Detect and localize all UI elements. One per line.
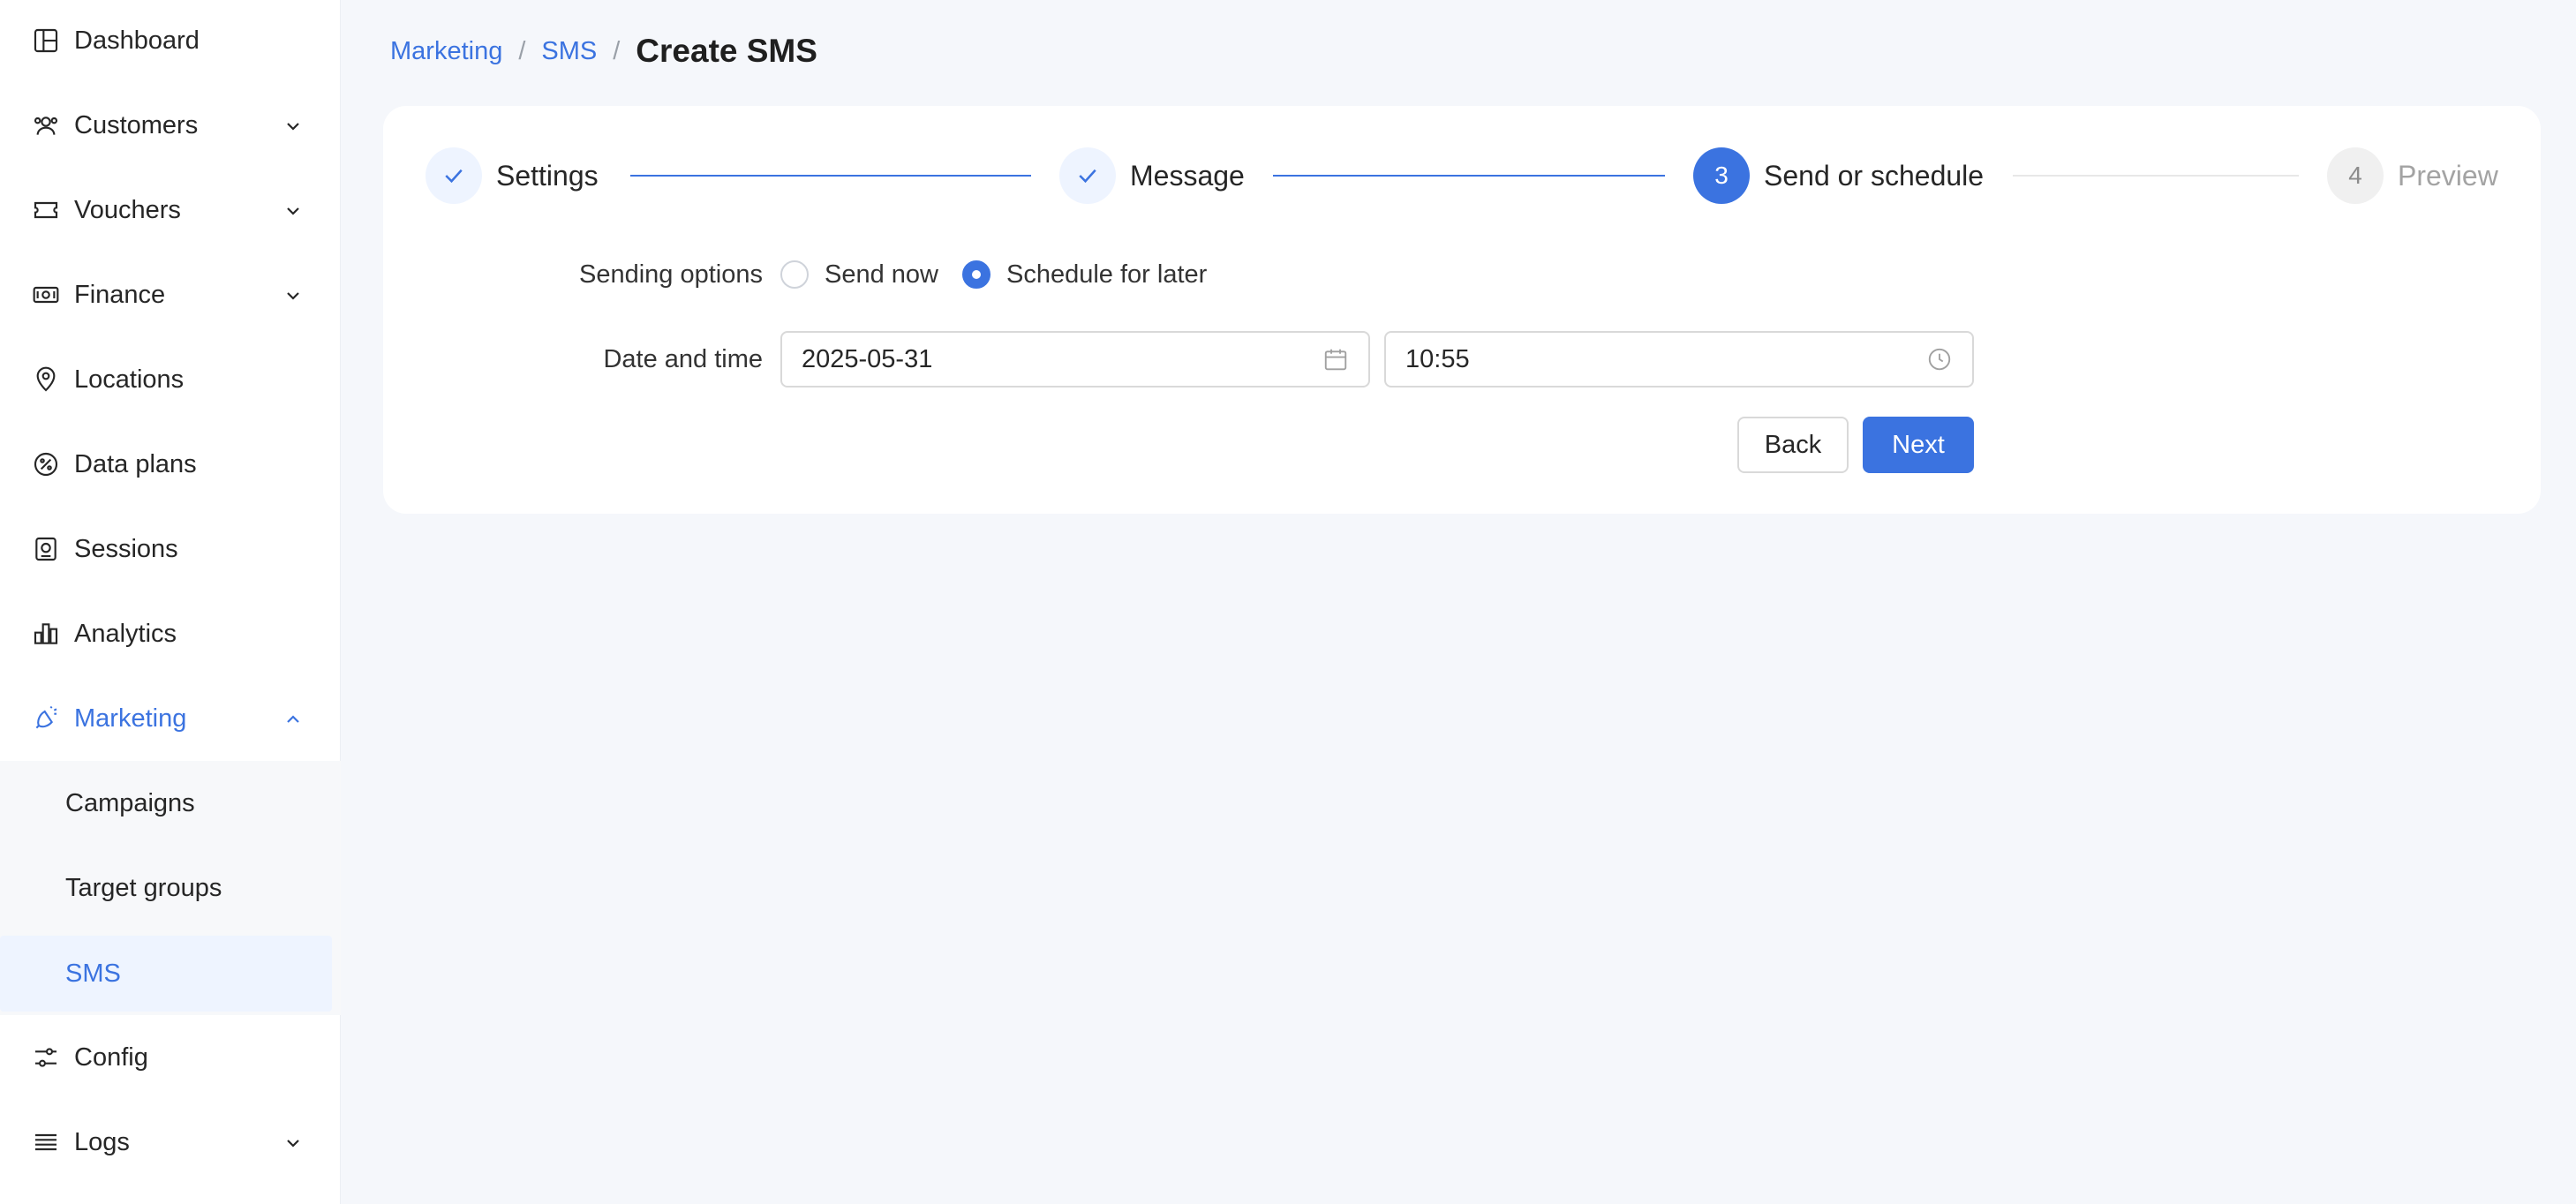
radio-send-now[interactable]: Send now (780, 253, 938, 296)
sidebar-item-config[interactable]: Config (0, 1019, 341, 1096)
location-pin-icon (32, 365, 60, 394)
step-1-label: Settings (496, 159, 599, 192)
chevron-up-icon (282, 708, 304, 729)
data-plans-icon (32, 450, 60, 478)
step-4-number: 4 (2327, 147, 2384, 204)
time-value: 10:55 (1405, 344, 1470, 373)
date-picker-input[interactable]: 2025-05-31 (780, 331, 1370, 388)
step-2-check-icon (1059, 147, 1116, 204)
radio-send-now-label: Send now (825, 260, 938, 289)
chevron-down-icon (282, 284, 304, 305)
app-root: Dashboard Customers Vouchers Finance Loc… (0, 0, 2576, 1204)
breadcrumb-link-sms[interactable]: SMS (541, 37, 597, 66)
sidebar-item-label: Marketing (74, 704, 187, 733)
step-4-label: Preview (2398, 159, 2498, 192)
sidebar-item-dashboard[interactable]: Dashboard (0, 2, 341, 79)
radio-schedule-for-later[interactable]: Schedule for later (962, 253, 1207, 296)
time-picker-input[interactable]: 10:55 (1384, 331, 1974, 388)
page-title: Create SMS (636, 33, 817, 69)
sidebar-item-label: Analytics (74, 619, 177, 648)
sidebar-subitem-target-groups[interactable]: Target groups (0, 850, 341, 926)
breadcrumb-link-marketing[interactable]: Marketing (390, 37, 502, 66)
calendar-icon (1322, 346, 1349, 372)
sidebar-item-locations[interactable]: Locations (0, 341, 341, 418)
clock-icon (1926, 346, 1953, 372)
step-2-label: Message (1130, 159, 1245, 192)
sidebar-item-data-plans[interactable]: Data plans (0, 425, 341, 503)
sidebar-item-label: Finance (74, 280, 166, 309)
chevron-down-icon (282, 1132, 304, 1153)
create-sms-card: Settings Message 3 Send or schedule 4 Pr… (383, 106, 2541, 514)
step-connector (2013, 175, 2299, 177)
analytics-icon (32, 620, 60, 648)
sidebar-item-label: Data plans (74, 449, 197, 478)
sidebar-item-label: Vouchers (74, 195, 181, 224)
sidebar-item-marketing[interactable]: Marketing (0, 680, 341, 757)
date-time-label: Date and time (603, 344, 763, 373)
sidebar-subitem-sms[interactable]: SMS (0, 936, 332, 1012)
sidebar-item-analytics[interactable]: Analytics (0, 595, 341, 673)
sidebar-item-sessions[interactable]: Sessions (0, 510, 341, 588)
sidebar-subitem-label: SMS (65, 959, 121, 988)
next-button[interactable]: Next (1863, 417, 1974, 473)
sessions-icon (32, 535, 60, 563)
marketing-icon (32, 704, 60, 733)
back-button[interactable]: Back (1737, 417, 1849, 473)
voucher-icon (32, 196, 60, 224)
sidebar-item-customers[interactable]: Customers (0, 87, 341, 164)
sidebar-item-logs[interactable]: Logs (0, 1103, 341, 1181)
breadcrumb: Marketing / SMS / Create SMS (390, 32, 817, 71)
customers-icon (32, 111, 60, 139)
date-value: 2025-05-31 (802, 344, 933, 373)
step-connector (1273, 175, 1665, 177)
step-connector (630, 175, 1031, 177)
config-sliders-icon (32, 1043, 60, 1072)
step-1-check-icon (426, 147, 482, 204)
sidebar-item-label: Sessions (74, 534, 178, 563)
step-3-number: 3 (1693, 147, 1750, 204)
breadcrumb-separator: / (518, 36, 526, 65)
logs-icon (32, 1128, 60, 1156)
finance-icon (32, 281, 60, 309)
sidebar-subitem-campaigns[interactable]: Campaigns (0, 765, 341, 841)
sidebar-item-label: Locations (74, 365, 185, 394)
radio-schedule-label: Schedule for later (1006, 260, 1208, 289)
sidebar-item-vouchers[interactable]: Vouchers (0, 171, 341, 249)
sidebar: Dashboard Customers Vouchers Finance Loc… (0, 0, 341, 1204)
chevron-down-icon (282, 199, 304, 221)
sidebar-item-finance[interactable]: Finance (0, 256, 341, 334)
sidebar-subitem-label: Campaigns (65, 788, 195, 817)
radio-schedule-control[interactable] (962, 260, 990, 289)
breadcrumb-separator: / (613, 36, 621, 65)
sidebar-item-label: Dashboard (74, 26, 200, 55)
sending-options-label: Sending options (579, 260, 763, 289)
sidebar-subitem-label: Target groups (65, 873, 222, 902)
sidebar-item-label: Customers (74, 110, 199, 139)
step-3-label: Send or schedule (1764, 159, 1985, 192)
dashboard-icon (32, 26, 60, 55)
sidebar-item-label: Config (74, 1042, 148, 1072)
radio-send-now-control[interactable] (780, 260, 809, 289)
chevron-down-icon (282, 115, 304, 136)
sidebar-item-label: Logs (74, 1127, 130, 1156)
